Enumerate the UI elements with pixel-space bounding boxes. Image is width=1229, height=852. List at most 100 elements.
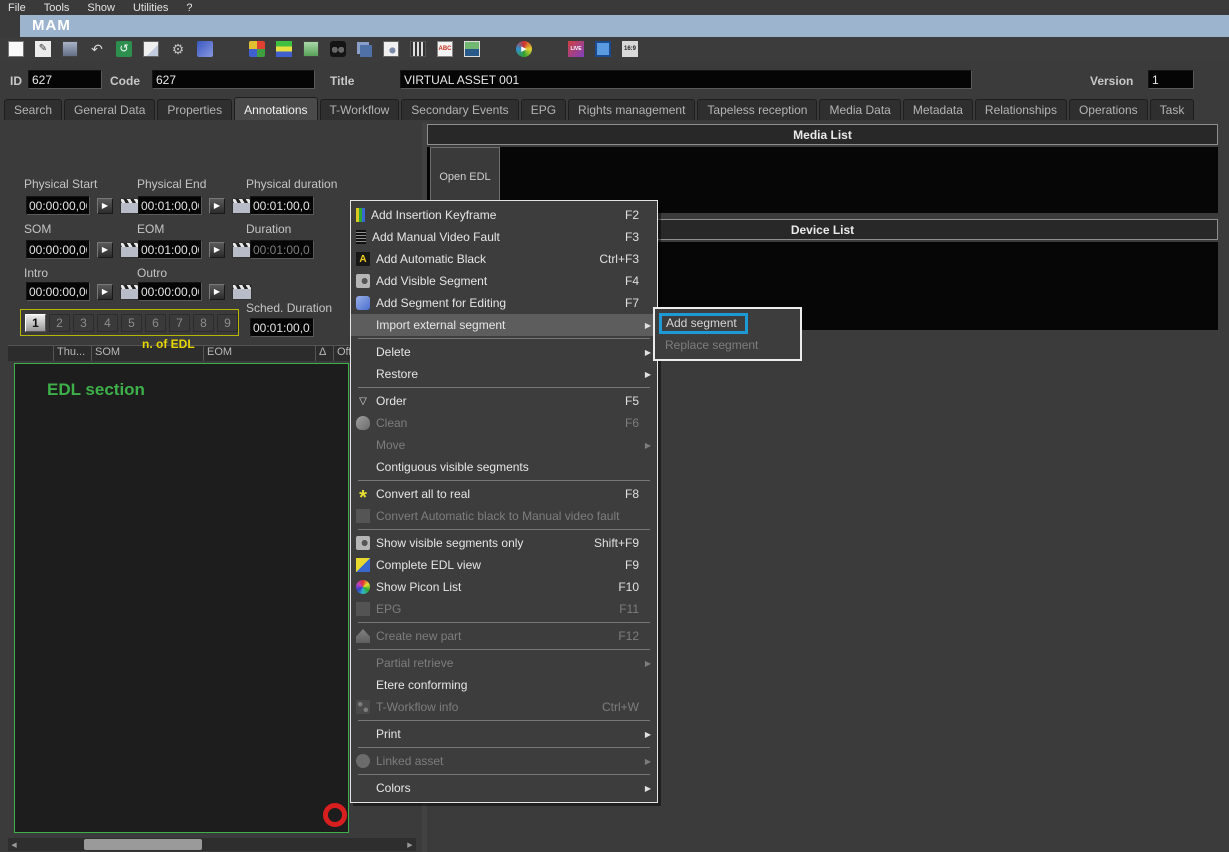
- color-bars-icon[interactable]: [276, 41, 292, 57]
- play-button[interactable]: ▶: [97, 284, 113, 300]
- menubar-item-show[interactable]: Show: [87, 2, 115, 14]
- sched-duration-input[interactable]: [250, 318, 314, 337]
- tab-rights-management[interactable]: Rights management: [568, 99, 695, 120]
- tab-epg[interactable]: EPG: [521, 99, 566, 120]
- edl-column-header-thu[interactable]: Thu...: [54, 346, 92, 361]
- scrollbar-thumb[interactable]: [84, 839, 202, 850]
- clapper-icon[interactable]: [232, 198, 252, 214]
- tab-task[interactable]: Task: [1150, 99, 1195, 120]
- menu-item-restore[interactable]: Restore▶: [351, 363, 657, 385]
- copy-icon[interactable]: [143, 41, 159, 57]
- menu-item-etere-conforming[interactable]: Etere conforming: [351, 674, 657, 696]
- eom-input[interactable]: [138, 240, 202, 259]
- settings-icon[interactable]: ⚙: [170, 41, 186, 57]
- edl-column-header-blank[interactable]: [8, 346, 54, 361]
- submenu-item-replace-segment[interactable]: Replace segment: [659, 334, 796, 356]
- outro-input[interactable]: [138, 282, 202, 301]
- menu-item-colors[interactable]: Colors▶: [351, 777, 657, 799]
- menu-item-show-visible-segments-only[interactable]: Show visible segments onlyShift+F9: [351, 532, 657, 554]
- picture-icon[interactable]: [464, 41, 480, 57]
- menu-item-add-manual-video-fault[interactable]: Add Manual Video FaultF3: [351, 226, 657, 248]
- play-button[interactable]: ▶: [209, 284, 225, 300]
- open-edl-tab[interactable]: Open EDL: [430, 147, 500, 206]
- edl-number-2[interactable]: 2: [49, 314, 70, 332]
- abc-icon[interactable]: ABC: [437, 41, 453, 57]
- menu-item-partial-retrieve[interactable]: Partial retrieve▶: [351, 652, 657, 674]
- code-field[interactable]: [152, 70, 315, 89]
- version-field[interactable]: [1148, 70, 1194, 89]
- search-binoculars-icon[interactable]: [330, 41, 346, 57]
- play-button[interactable]: ▶: [209, 198, 225, 214]
- physical-start-input[interactable]: [26, 196, 90, 215]
- menu-item-add-insertion-keyframe[interactable]: Add Insertion KeyframeF2: [351, 204, 657, 226]
- film-document-icon[interactable]: [410, 41, 426, 57]
- menubar-item-tools[interactable]: Tools: [44, 2, 70, 14]
- clapper-icon[interactable]: [120, 242, 140, 258]
- id-field[interactable]: [28, 70, 102, 89]
- menu-item-complete-edl-view[interactable]: Complete EDL viewF9: [351, 554, 657, 576]
- menubar-item-[interactable]: ?: [186, 2, 192, 14]
- play-button[interactable]: ▶: [97, 242, 113, 258]
- tab-media-data[interactable]: Media Data: [819, 99, 900, 120]
- menu-item-delete[interactable]: Delete▶: [351, 341, 657, 363]
- edl-number-8[interactable]: 8: [193, 314, 214, 332]
- clapper-icon[interactable]: [232, 284, 252, 300]
- windows-icon[interactable]: [249, 41, 265, 57]
- menu-item-epg[interactable]: EPGF11: [351, 598, 657, 620]
- tab-general-data[interactable]: General Data: [64, 99, 155, 120]
- menu-item-add-visible-segment[interactable]: Add Visible SegmentF4: [351, 270, 657, 292]
- clapper-icon[interactable]: [232, 242, 252, 258]
- menu-item-import-external-segment[interactable]: Import external segment▶: [351, 314, 657, 336]
- tab-secondary-events[interactable]: Secondary Events: [401, 99, 518, 120]
- intro-input[interactable]: [26, 282, 90, 301]
- title-field[interactable]: [400, 70, 972, 89]
- menu-item-order[interactable]: OrderF5: [351, 390, 657, 412]
- edl-number-4[interactable]: 4: [97, 314, 118, 332]
- submenu-item-add-segment[interactable]: Add segment: [659, 312, 796, 334]
- new-document-icon[interactable]: [8, 41, 24, 57]
- menu-item-add-automatic-black[interactable]: Add Automatic BlackCtrl+F3: [351, 248, 657, 270]
- physical-end-input[interactable]: [138, 196, 202, 215]
- media-player-icon[interactable]: ▶: [516, 41, 532, 57]
- edit-document-icon[interactable]: ✎: [35, 41, 51, 57]
- edl-column-header-[interactable]: Δ: [316, 346, 334, 361]
- menu-item-clean[interactable]: CleanF6: [351, 412, 657, 434]
- cascade-icon[interactable]: [360, 45, 372, 57]
- edl-number-6[interactable]: 6: [145, 314, 166, 332]
- refresh-icon[interactable]: ↺: [116, 41, 132, 57]
- document-preview-icon[interactable]: [383, 41, 399, 57]
- edl-section-area[interactable]: EDL section: [14, 363, 349, 833]
- edl-number-7[interactable]: 7: [169, 314, 190, 332]
- menu-item-convert-automatic-black-to-manual-video-fault[interactable]: Convert Automatic black to Manual video …: [351, 505, 657, 527]
- som-input[interactable]: [26, 240, 90, 259]
- play-button[interactable]: ▶: [209, 242, 225, 258]
- menubar-item-utilities[interactable]: Utilities: [133, 2, 168, 14]
- save-icon[interactable]: [62, 41, 78, 57]
- tab-search[interactable]: Search: [4, 99, 62, 120]
- edl-number-9[interactable]: 9: [217, 314, 238, 332]
- menu-item-move[interactable]: Move▶: [351, 434, 657, 456]
- edl-column-header-eom[interactable]: EOM: [204, 346, 316, 361]
- clapper-icon[interactable]: [120, 284, 140, 300]
- menu-item-add-segment-for-editing[interactable]: Add Segment for EditingF7: [351, 292, 657, 314]
- live-icon[interactable]: LIVE: [568, 41, 584, 57]
- paint-icon[interactable]: [197, 41, 213, 57]
- scroll-right-icon[interactable]: ▶: [404, 838, 416, 851]
- menu-item-contiguous-visible-segments[interactable]: Contiguous visible segments: [351, 456, 657, 478]
- tab-metadata[interactable]: Metadata: [903, 99, 973, 120]
- undo-icon[interactable]: ↶: [89, 41, 105, 57]
- menubar-item-file[interactable]: File: [8, 2, 26, 14]
- horizontal-scrollbar[interactable]: ◀ ▶: [8, 838, 416, 851]
- tab-tapeless-reception[interactable]: Tapeless reception: [697, 99, 817, 120]
- menu-item-t-workflow-info[interactable]: T-Workflow infoCtrl+W: [351, 696, 657, 718]
- physical-duration-input[interactable]: [250, 196, 314, 215]
- menu-item-convert-all-to-real[interactable]: Convert all to realF8: [351, 483, 657, 505]
- aspect-ratio-icon[interactable]: 16:9: [622, 41, 638, 57]
- clapper-icon[interactable]: [120, 198, 140, 214]
- play-button[interactable]: ▶: [97, 198, 113, 214]
- menu-item-show-picon-list[interactable]: Show Picon ListF10: [351, 576, 657, 598]
- scroll-left-icon[interactable]: ◀: [8, 838, 20, 851]
- export-image-icon[interactable]: [303, 41, 319, 57]
- edl-number-1[interactable]: 1: [25, 314, 46, 332]
- menu-item-linked-asset[interactable]: Linked asset▶: [351, 750, 657, 772]
